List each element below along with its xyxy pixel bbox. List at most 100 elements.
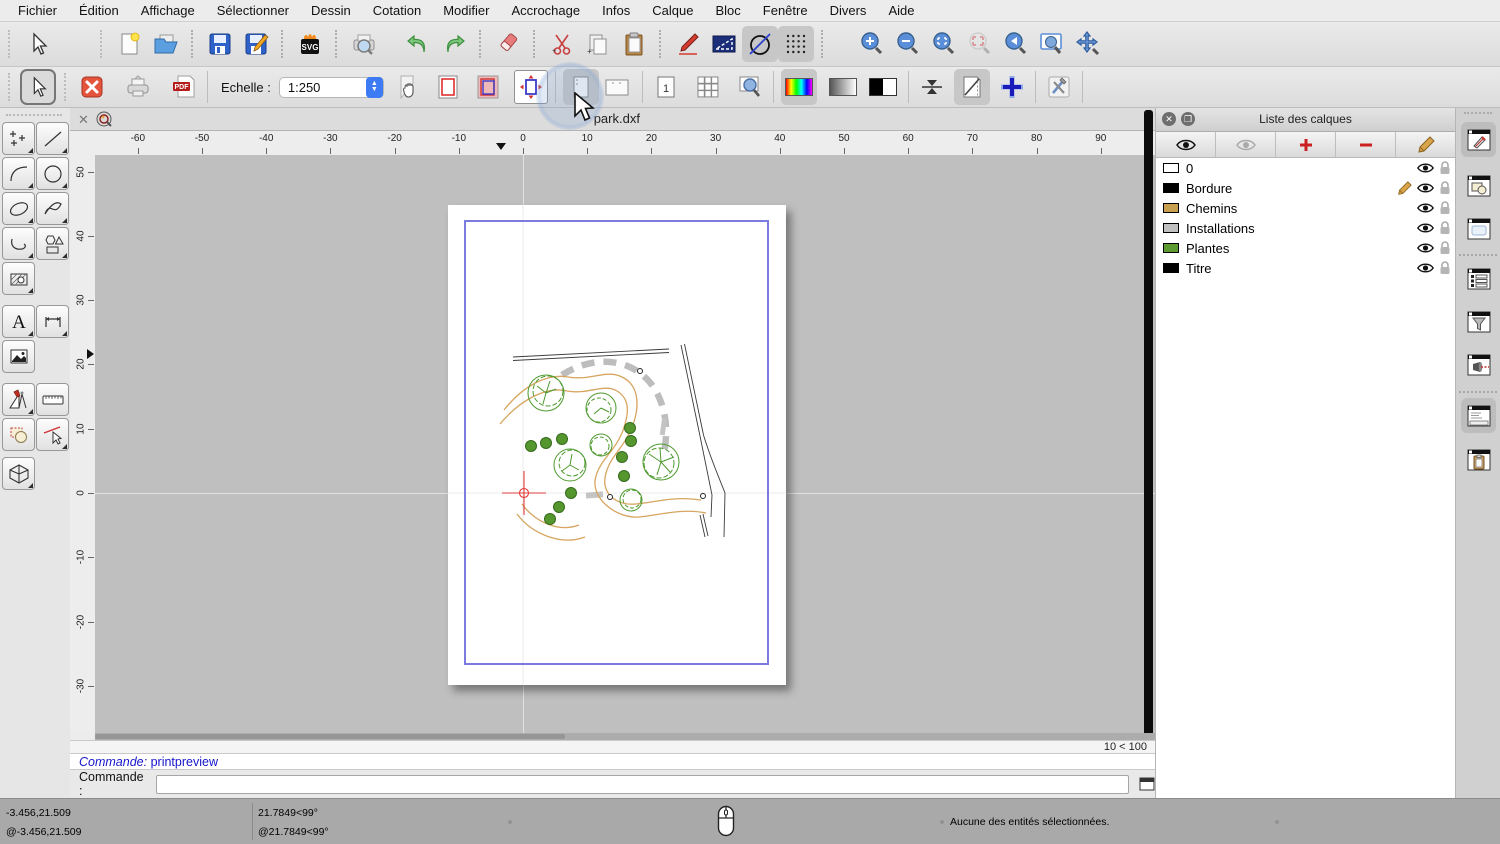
clipboard-dock-button[interactable] bbox=[1461, 442, 1496, 477]
image-tools-button[interactable] bbox=[2, 340, 35, 373]
line-tools-button[interactable] bbox=[36, 122, 69, 155]
full-color-button[interactable] bbox=[781, 69, 817, 105]
circle-tools-button[interactable] bbox=[36, 157, 69, 190]
pan-zoom-button[interactable] bbox=[1070, 26, 1106, 62]
property-editor-dock-button[interactable] bbox=[1461, 211, 1496, 246]
undo-button[interactable] bbox=[400, 26, 436, 62]
canvas-horizontal-scrollbar[interactable] bbox=[95, 733, 1155, 740]
command-line-dock-button[interactable] bbox=[1461, 398, 1496, 433]
zoom-to-page-button[interactable] bbox=[734, 71, 766, 103]
landscape-button[interactable] bbox=[599, 69, 635, 105]
layer-row[interactable]: Titre bbox=[1156, 258, 1455, 278]
redo-button[interactable] bbox=[436, 26, 472, 62]
layer-visible-icon[interactable] bbox=[1417, 182, 1434, 194]
selection-filter-dock-button[interactable] bbox=[1461, 304, 1496, 339]
layer-lock-icon[interactable] bbox=[1439, 201, 1451, 215]
menu-item-edition[interactable]: Édition bbox=[68, 3, 130, 18]
menu-item-divers[interactable]: Divers bbox=[819, 3, 878, 18]
crosshair-button[interactable] bbox=[996, 71, 1028, 103]
layer-row[interactable]: Installations bbox=[1156, 218, 1455, 238]
menu-item-dessin[interactable]: Dessin bbox=[300, 3, 362, 18]
dimension-tools-button[interactable] bbox=[36, 305, 69, 338]
scrollbar-thumb[interactable] bbox=[95, 734, 565, 739]
menu-item-selectionner[interactable]: Sélectionner bbox=[206, 3, 300, 18]
auto-zoom-button[interactable] bbox=[926, 26, 962, 62]
preferences-button[interactable] bbox=[1043, 71, 1075, 103]
delete-button[interactable] bbox=[490, 26, 526, 62]
drawing-canvas[interactable] bbox=[95, 155, 1155, 733]
zoom-selection-button[interactable] bbox=[962, 26, 998, 62]
previous-view-button[interactable] bbox=[998, 26, 1034, 62]
svg-export-button[interactable]: SVG bbox=[292, 26, 328, 62]
save-button[interactable] bbox=[202, 26, 238, 62]
zoom-in-button[interactable] bbox=[854, 26, 890, 62]
hatch-tools-button[interactable] bbox=[2, 262, 35, 295]
add-layer-button[interactable] bbox=[1276, 132, 1336, 157]
menu-item-calque[interactable]: Calque bbox=[641, 3, 704, 18]
construction-toggle-button[interactable] bbox=[742, 26, 778, 62]
menu-item-infos[interactable]: Infos bbox=[591, 3, 641, 18]
show-all-layers-button[interactable] bbox=[1156, 132, 1216, 157]
single-page-button[interactable]: 1 bbox=[650, 71, 682, 103]
library-browser-dock-button[interactable] bbox=[1461, 261, 1496, 296]
hairline-mode-button[interactable] bbox=[916, 71, 948, 103]
polyline-tools-button[interactable] bbox=[2, 227, 35, 260]
command-window-toggle-icon[interactable] bbox=[1139, 777, 1155, 791]
dock-strip-handle[interactable] bbox=[1464, 112, 1492, 114]
toolbar-drag-handle[interactable] bbox=[8, 30, 12, 58]
measure-ruler-button[interactable] bbox=[36, 383, 69, 416]
menu-item-fichier[interactable]: Fichier bbox=[7, 3, 68, 18]
document-tab-title[interactable]: * park.dxf bbox=[70, 111, 1155, 126]
arc-tools-button[interactable] bbox=[2, 157, 35, 190]
layer-visible-icon[interactable] bbox=[1417, 242, 1434, 254]
toolbar-drag-handle[interactable] bbox=[64, 73, 68, 101]
scale-select[interactable]: 1:250 ▲▼ bbox=[279, 77, 384, 98]
measure-button[interactable] bbox=[706, 26, 742, 62]
print-button[interactable] bbox=[122, 71, 154, 103]
menu-item-modifier[interactable]: Modifier bbox=[432, 3, 500, 18]
layer-lock-icon[interactable] bbox=[1439, 181, 1451, 195]
block-tools-button[interactable] bbox=[2, 418, 35, 451]
layer-list-dock-button[interactable] bbox=[1461, 122, 1496, 157]
hide-all-layers-button[interactable] bbox=[1216, 132, 1276, 157]
menu-item-bloc[interactable]: Bloc bbox=[704, 3, 751, 18]
toolbar-drag-handle[interactable] bbox=[100, 30, 104, 58]
toolbar-drag-handle[interactable] bbox=[8, 73, 12, 101]
grid-toggle-button[interactable] bbox=[778, 26, 814, 62]
zoom-out-button[interactable] bbox=[890, 26, 926, 62]
layer-row[interactable]: Chemins bbox=[1156, 198, 1455, 218]
selection-pointer-button-2[interactable] bbox=[20, 69, 56, 105]
block-list-dock-button[interactable] bbox=[1461, 168, 1496, 203]
shape-tools-button[interactable] bbox=[36, 227, 69, 260]
layer-lock-icon[interactable] bbox=[1439, 221, 1451, 235]
menu-item-fenetre[interactable]: Fenêtre bbox=[752, 3, 819, 18]
multiple-pages-button[interactable] bbox=[692, 71, 724, 103]
drawing-sheet-toggle-button[interactable] bbox=[954, 69, 990, 105]
stepper-icon[interactable]: ▲▼ bbox=[366, 77, 383, 98]
spline-tools-button[interactable] bbox=[36, 192, 69, 225]
open-file-button[interactable] bbox=[148, 26, 184, 62]
layer-row[interactable]: Plantes bbox=[1156, 238, 1455, 258]
paper-borders-button[interactable] bbox=[432, 71, 464, 103]
command-input[interactable] bbox=[156, 775, 1129, 794]
selection-pointer-button[interactable] bbox=[20, 26, 56, 62]
portrait-button[interactable] bbox=[563, 69, 599, 105]
remove-layer-button[interactable] bbox=[1336, 132, 1396, 157]
draw-tools-button[interactable] bbox=[2, 383, 35, 416]
new-document-button[interactable] bbox=[112, 26, 148, 62]
text-tools-button[interactable]: A bbox=[2, 305, 35, 338]
edit-layer-button[interactable] bbox=[1396, 132, 1455, 157]
layer-lock-icon[interactable] bbox=[1439, 241, 1451, 255]
paste-button[interactable] bbox=[616, 26, 652, 62]
modify-tools-button[interactable] bbox=[36, 418, 69, 451]
layer-row[interactable]: Bordure bbox=[1156, 178, 1455, 198]
toolbox-drag-handle[interactable] bbox=[6, 114, 62, 116]
copy-button[interactable]: + bbox=[580, 26, 616, 62]
margins-overlay-button[interactable] bbox=[472, 71, 504, 103]
menu-item-cotation[interactable]: Cotation bbox=[362, 3, 432, 18]
grayscale-button[interactable] bbox=[825, 69, 861, 105]
layer-row[interactable]: 0 bbox=[1156, 158, 1455, 178]
layer-visible-icon[interactable] bbox=[1417, 262, 1434, 274]
menu-item-aide[interactable]: Aide bbox=[877, 3, 925, 18]
close-print-preview-button[interactable] bbox=[76, 71, 108, 103]
